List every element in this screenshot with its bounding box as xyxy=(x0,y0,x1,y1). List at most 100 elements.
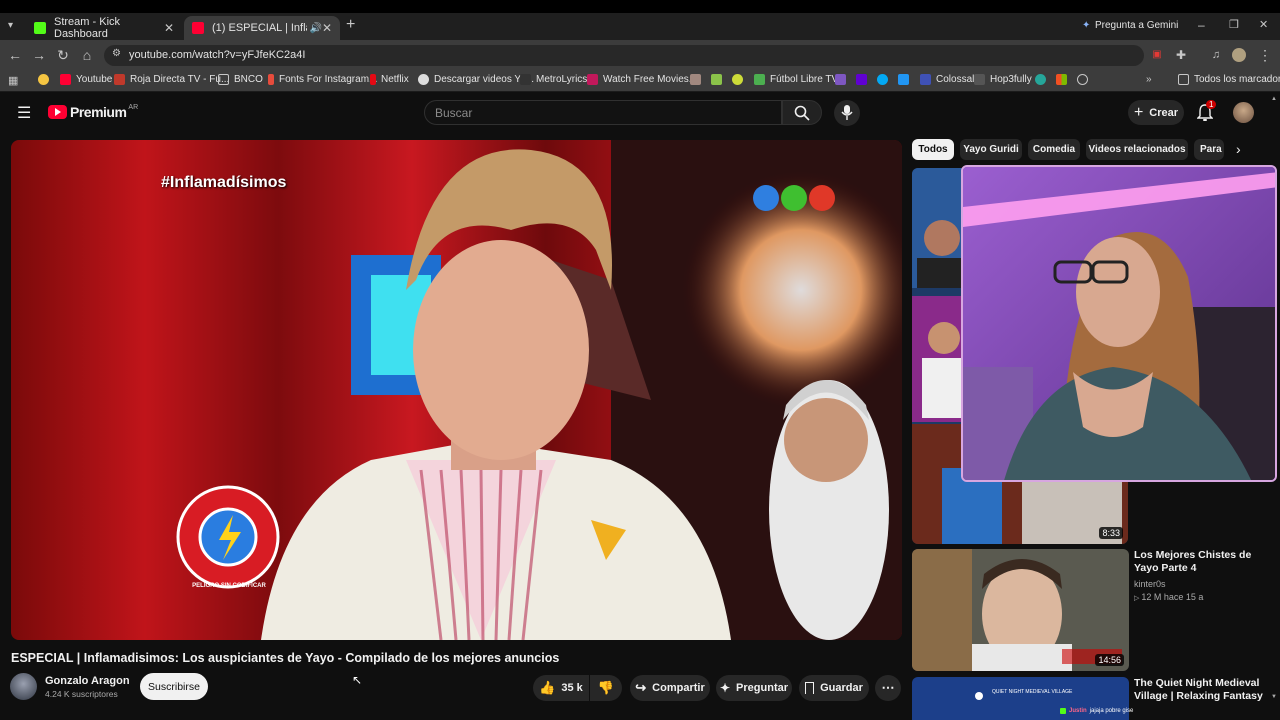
bookmark-futbol-libre[interactable]: Fútbol Libre TV xyxy=(754,74,838,85)
bookmark-netflix[interactable]: Netflix xyxy=(370,74,409,85)
recommendation-stats: ▷ 12 M hace 15 a xyxy=(1134,592,1203,602)
more-bookmarks-icon[interactable]: » xyxy=(1146,74,1152,85)
microsoft-icon xyxy=(1056,74,1067,85)
like-button[interactable]: 👍 35 k xyxy=(533,675,589,701)
scroll-up-icon[interactable]: ▲ xyxy=(1271,96,1277,102)
chip-label: Videos relacionados xyxy=(1088,144,1186,155)
create-button[interactable]: + Crear xyxy=(1128,100,1184,125)
share-button[interactable]: ↪ Compartir xyxy=(630,675,710,701)
extension-icon[interactable]: ▣ xyxy=(1148,46,1166,64)
home-icon[interactable]: ⌂ xyxy=(78,46,96,64)
all-bookmarks-folder[interactable]: Todos los marcadores xyxy=(1178,74,1280,85)
emoji-bookmark[interactable] xyxy=(38,74,54,85)
new-tab-button[interactable]: + xyxy=(346,16,355,34)
ask-button[interactable]: ✦ Preguntar xyxy=(716,675,792,701)
address-bar[interactable]: ⚙ youtube.com/watch?v=yFJfeKC2a4I xyxy=(104,45,1144,66)
forward-icon[interactable]: → xyxy=(30,46,48,64)
tab-list-chevron-icon[interactable]: ▾ xyxy=(8,20,13,31)
chip-yayo-guridi[interactable]: Yayo Guridi xyxy=(960,139,1022,160)
video-player[interactable]: #Inflamadísimos PELIGRO SIN CODIFICAR xyxy=(11,140,902,640)
site-icon xyxy=(711,74,722,85)
chip-todos[interactable]: Todos xyxy=(912,139,954,160)
subscriber-count: 4.24 K suscriptores xyxy=(45,689,118,699)
bookmark-descargar[interactable]: Descargar videos Yo... xyxy=(418,74,534,85)
extensions-puzzle-icon[interactable]: ✚ xyxy=(1172,46,1190,64)
chip-comedia[interactable]: Comedia xyxy=(1028,139,1080,160)
bookmark-label: BNCO xyxy=(234,74,263,85)
bookmark-icon-5[interactable] xyxy=(856,74,872,85)
close-icon[interactable]: ✕ xyxy=(322,21,332,35)
channel-name[interactable]: Gonzalo Aragon xyxy=(45,675,130,687)
bookmark-roja-directa[interactable]: Roja Directa TV - Fu... xyxy=(114,74,229,85)
download-icon xyxy=(418,74,429,85)
bookmark-icon-6[interactable] xyxy=(877,74,893,85)
bookmark-icon-7[interactable] xyxy=(898,74,914,85)
bookmark-metrolyrics[interactable]: MetroLyrics xyxy=(520,74,587,85)
search-input[interactable]: Buscar xyxy=(424,100,782,125)
voice-search-button[interactable] xyxy=(834,100,860,126)
roja-icon xyxy=(114,74,125,85)
profile-avatar-icon[interactable] xyxy=(1232,48,1246,62)
gemini-button[interactable]: Pregunta a Gemini xyxy=(1095,20,1178,31)
hamburger-menu-icon[interactable]: ☰ xyxy=(17,103,31,123)
recommendation-channel[interactable]: kinter0s xyxy=(1134,579,1166,589)
close-window-icon[interactable]: ✕ xyxy=(1259,18,1268,31)
bookmark-watch-movies[interactable]: Watch Free Movies... xyxy=(587,74,697,85)
scroll-down-icon[interactable]: ▼ xyxy=(1271,694,1277,700)
notifications-button[interactable]: 1 xyxy=(1196,100,1217,122)
channel-avatar[interactable] xyxy=(10,673,37,700)
bookmark-label: MetroLyrics xyxy=(536,74,588,85)
site-icon xyxy=(898,74,909,85)
recommendation-title[interactable]: The Quiet Night Medieval Village | Relax… xyxy=(1134,677,1264,703)
chat-user-icon xyxy=(1060,708,1066,714)
chip-scroll-right-icon[interactable]: › xyxy=(1236,141,1241,157)
bookmark-fonts[interactable]: Fonts For Instagram... xyxy=(268,74,377,85)
bookmark-icon-10[interactable] xyxy=(1077,74,1093,85)
tab-youtube[interactable]: (1) ESPECIAL | Inflamadísim 🔊 ✕ xyxy=(184,16,340,40)
video-title: ESPECIAL | Inflamadisimos: Los auspician… xyxy=(11,651,560,665)
more-actions-button[interactable]: ⋯ xyxy=(875,675,901,701)
tab-kick-dashboard[interactable]: Stream - Kick Dashboard ✕ xyxy=(26,16,182,40)
bookmark-youtube[interactable]: Youtube xyxy=(60,74,112,85)
site-icon xyxy=(877,74,888,85)
bookmarks-bar: ▦ Youtube Roja Directa TV - Fu... BNCO F… xyxy=(0,70,1280,92)
thumbnail-caption: QUIET NIGHT MEDIEVAL VILLAGE xyxy=(992,689,1073,695)
recommendation-thumbnail[interactable]: 14:56 xyxy=(912,549,1129,671)
apps-grid-icon[interactable]: ▦ xyxy=(8,74,18,87)
bookmark-icon-3[interactable] xyxy=(732,74,748,85)
minimize-icon[interactable]: – xyxy=(1198,18,1205,32)
recommendation-title[interactable]: Los Mejores Chistes de Yayo Parte 4 xyxy=(1134,549,1264,575)
dislike-button[interactable]: 👎 xyxy=(590,675,622,701)
bookmark-icon-4[interactable] xyxy=(835,74,851,85)
bookmark-label: Todos los marcadores xyxy=(1194,74,1280,85)
speaker-icon[interactable]: 🔊 xyxy=(309,23,321,34)
search-button[interactable] xyxy=(782,100,822,125)
webcam-feed xyxy=(963,167,1275,480)
media-control-icon[interactable]: ♫ xyxy=(1207,46,1225,64)
bookmark-icon-8[interactable] xyxy=(1035,74,1051,85)
bookmark-icon-1[interactable] xyxy=(690,74,706,85)
back-icon[interactable]: ← xyxy=(6,46,24,64)
search-icon xyxy=(794,105,810,121)
account-avatar[interactable] xyxy=(1233,102,1254,123)
reload-icon[interactable]: ↻ xyxy=(54,46,72,64)
microphone-icon xyxy=(841,105,853,120)
subscribe-button[interactable]: Suscribirse xyxy=(140,673,208,700)
restore-icon[interactable]: ❐ xyxy=(1229,18,1239,31)
menu-kebab-icon[interactable]: ⋮ xyxy=(1256,46,1274,64)
bookmark-icon-2[interactable] xyxy=(711,74,727,85)
site-info-icon[interactable]: ⚙ xyxy=(112,48,121,59)
page-scrollbar[interactable]: ▲ ▼ xyxy=(1270,96,1278,706)
bookmark-icon-9[interactable] xyxy=(1056,74,1072,85)
chip-videos-relacionados[interactable]: Videos relacionados xyxy=(1086,139,1188,160)
bookmark-colossal[interactable]: Colossal xyxy=(920,74,974,85)
bookmark-hop3fully[interactable]: Hop3fully xyxy=(974,74,1032,85)
bookmark-bnco[interactable]: BNCO xyxy=(218,74,263,85)
save-button[interactable]: Guardar xyxy=(799,675,869,701)
bookmark-label: Hop3fully xyxy=(990,74,1032,85)
chip-para[interactable]: Para xyxy=(1194,139,1224,160)
youtube-logo[interactable]: Premium AR xyxy=(48,104,138,120)
chip-label: Yayo Guridi xyxy=(963,144,1019,155)
close-icon[interactable]: ✕ xyxy=(164,21,174,35)
kick-icon xyxy=(34,22,46,34)
